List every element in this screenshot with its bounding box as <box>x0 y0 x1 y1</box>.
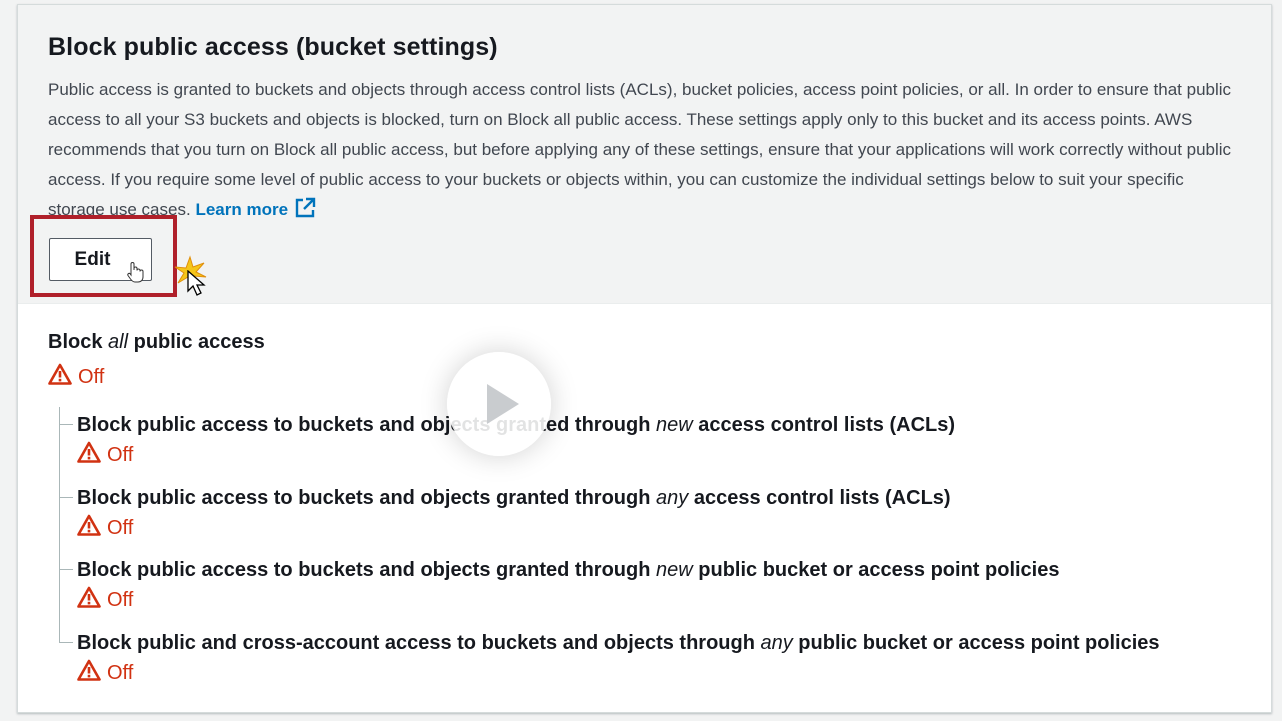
setting-any-acls: Block public access to buckets and objec… <box>59 484 951 542</box>
description-text: Public access is granted to buckets and … <box>48 80 1232 219</box>
block-all-label: Block all public access <box>48 331 265 353</box>
status-text: Off <box>78 365 105 388</box>
panel-header: Block public access (bucket settings) Pu… <box>18 5 1271 304</box>
play-icon <box>487 384 519 424</box>
setting-label: Block public and cross-account access to… <box>77 632 1160 654</box>
status-text: Off <box>107 661 134 684</box>
warning-triangle-icon <box>77 441 101 469</box>
block-all-status: Off <box>48 363 104 391</box>
setting-label: Block public access to buckets and objec… <box>77 559 1060 581</box>
external-link-icon <box>294 197 316 229</box>
learn-more-label: Learn more <box>195 200 289 219</box>
setting-status: Off <box>77 586 1060 614</box>
status-text: Off <box>107 588 134 611</box>
setting-label: Block public access to buckets and objec… <box>77 487 951 509</box>
tree-tick <box>59 569 73 570</box>
arrow-cursor-icon <box>187 269 207 303</box>
warning-triangle-icon <box>77 659 101 687</box>
setting-any-policies: Block public and cross-account access to… <box>59 629 1160 687</box>
tree-tick <box>59 424 73 425</box>
warning-triangle-icon <box>48 363 72 391</box>
status-text: Off <box>107 516 134 539</box>
section-description: Public access is granted to buckets and … <box>48 75 1238 229</box>
setting-new-policies: Block public access to buckets and objec… <box>59 556 1060 614</box>
hand-pointer-icon <box>126 261 144 288</box>
tree-connector <box>59 407 60 643</box>
status-text: Off <box>107 443 134 466</box>
warning-triangle-icon <box>77 514 101 542</box>
block-public-access-panel: Block public access (bucket settings) Pu… <box>17 4 1272 713</box>
learn-more-link[interactable]: Learn more <box>195 197 316 219</box>
warning-triangle-icon <box>77 586 101 614</box>
tree-tick <box>59 497 73 498</box>
video-play-button[interactable] <box>447 352 551 456</box>
setting-status: Off <box>77 514 951 542</box>
tree-tick <box>59 642 73 643</box>
section-title: Block public access (bucket settings) <box>48 33 498 61</box>
setting-status: Off <box>77 659 1160 687</box>
